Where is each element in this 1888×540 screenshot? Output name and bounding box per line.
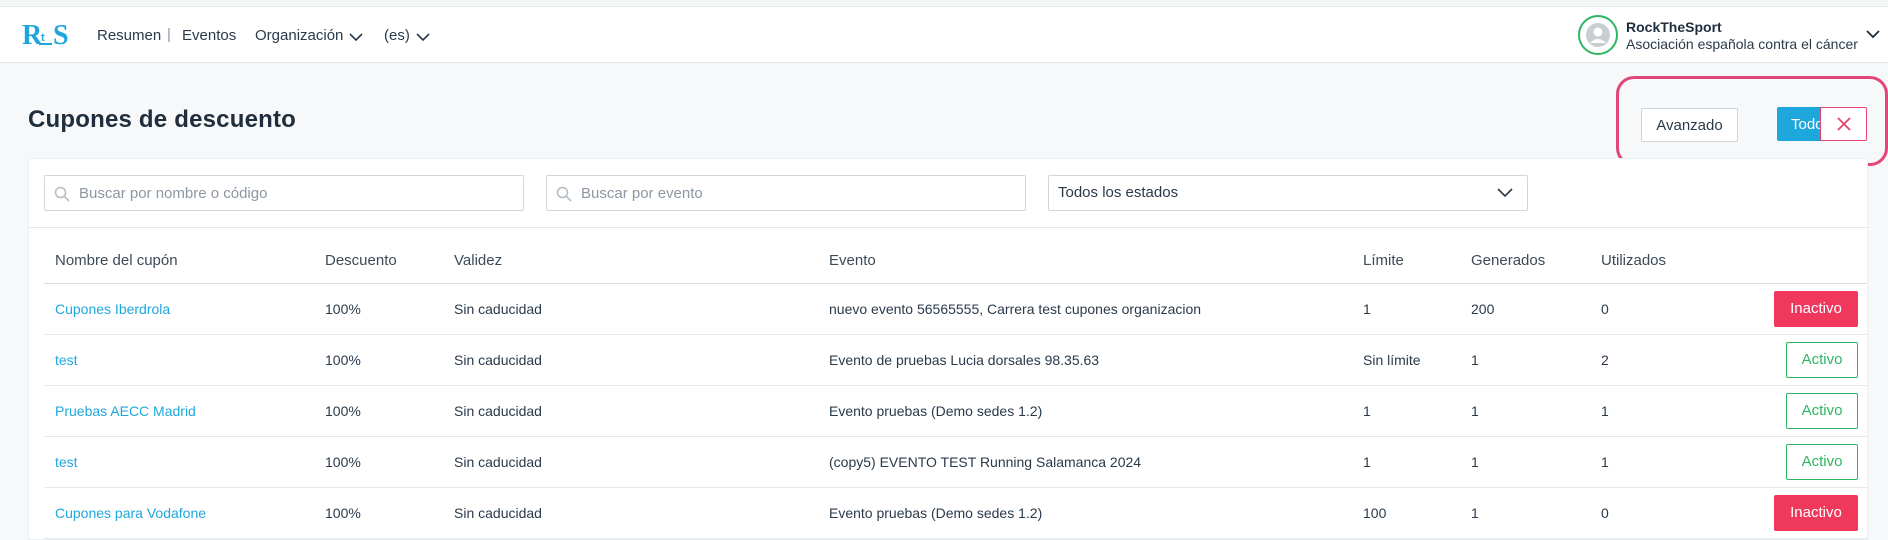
filters-bar: Todos los estados	[29, 159, 1869, 228]
discount-cell: 100%	[314, 385, 443, 437]
coupon-name-link[interactable]: Cupones Iberdrola	[44, 283, 314, 335]
generated-cell: 1	[1460, 385, 1590, 437]
event-search-input[interactable]	[581, 176, 1019, 210]
status-select-value: Todos los estados	[1058, 184, 1179, 201]
generated-cell: 1	[1460, 487, 1590, 539]
coupons-table: Nombre del cupón Descuento Validez Event…	[44, 229, 1867, 539]
used-cell: 0	[1590, 487, 1750, 539]
chevron-down-icon[interactable]	[1866, 29, 1880, 39]
generated-cell: 1	[1460, 334, 1590, 386]
close-icon	[1836, 117, 1851, 131]
validity-cell: Sin caducidad	[443, 283, 818, 335]
status-toggle-button[interactable]: Activo	[1786, 392, 1858, 429]
validity-cell: Sin caducidad	[443, 334, 818, 386]
status-toggle-button[interactable]: Activo	[1786, 341, 1858, 378]
page-title: Cupones de descuento	[28, 106, 297, 133]
coupon-name-link[interactable]: test	[44, 334, 314, 386]
limit-cell: 1	[1352, 436, 1460, 488]
column-header-generated[interactable]: Generados	[1460, 229, 1590, 284]
top-strip	[0, 0, 1888, 7]
search-icon	[54, 186, 70, 202]
generated-cell: 1	[1460, 436, 1590, 488]
status-cell: Activo	[1750, 385, 1867, 437]
validity-cell: Sin caducidad	[443, 487, 818, 539]
column-header-used[interactable]: Utilizados	[1590, 229, 1750, 284]
status-toggle-button[interactable]: Inactivo	[1774, 494, 1858, 531]
table-row[interactable]: Cupones para Vodafone 100% Sin caducidad…	[44, 487, 1867, 539]
column-header-limit[interactable]: Límite	[1352, 229, 1460, 284]
nav-dropdown-language[interactable]: (es)	[384, 27, 430, 44]
used-cell: 0	[1590, 283, 1750, 335]
coupon-search-input[interactable]	[79, 176, 517, 210]
coupon-search-field[interactable]	[44, 175, 524, 211]
chevron-down-icon	[349, 33, 363, 42]
column-header-event[interactable]: Evento	[818, 229, 1352, 284]
discount-cell: 100%	[314, 436, 443, 488]
nav-dropdown-language-label: (es)	[384, 27, 410, 44]
validity-cell: Sin caducidad	[443, 436, 818, 488]
event-cell: Evento pruebas (Demo sedes 1.2)	[818, 487, 1352, 539]
chevron-down-icon	[416, 33, 430, 42]
coupon-name-link[interactable]: Cupones para Vodafone	[44, 487, 314, 539]
used-cell: 1	[1590, 436, 1750, 488]
status-cell: Inactivo	[1750, 283, 1867, 335]
limit-cell: 1	[1352, 283, 1460, 335]
limit-cell: 1	[1352, 385, 1460, 437]
top-navbar: R t S Resumen | Eventos Organización (es…	[0, 7, 1888, 63]
table-header-row: Nombre del cupón Descuento Validez Event…	[44, 229, 1867, 284]
chevron-down-icon	[1497, 188, 1513, 198]
logo[interactable]: R t S	[22, 19, 74, 51]
table-row[interactable]: Cupones Iberdrola 100% Sin caducidad nue…	[44, 283, 1867, 335]
status-cell: Activo	[1750, 436, 1867, 488]
discount-cell: 100%	[314, 283, 443, 335]
user-organization: Asociación española contra el cáncer	[1626, 36, 1858, 52]
column-header-validity[interactable]: Validez	[443, 229, 818, 284]
table-row[interactable]: test 100% Sin caducidad Evento de prueba…	[44, 334, 1867, 386]
nav-dropdown-organizacion[interactable]: Organización	[255, 27, 363, 44]
coupon-name-link[interactable]: test	[44, 436, 314, 488]
nav-dropdown-organizacion-label: Organización	[255, 27, 344, 44]
advanced-button[interactable]: Avanzado	[1641, 108, 1738, 142]
status-toggle-button[interactable]: Inactivo	[1774, 290, 1858, 327]
event-search-field[interactable]	[546, 175, 1026, 211]
svg-text:S: S	[53, 20, 69, 51]
status-cell: Activo	[1750, 334, 1867, 386]
discount-cell: 100%	[314, 334, 443, 386]
nav-link-eventos[interactable]: Eventos	[182, 27, 236, 44]
table-row[interactable]: Pruebas AECC Madrid 100% Sin caducidad E…	[44, 385, 1867, 437]
used-cell: 1	[1590, 385, 1750, 437]
column-header-discount[interactable]: Descuento	[314, 229, 443, 284]
discount-cell: 100%	[314, 487, 443, 539]
column-header-status	[1750, 229, 1867, 284]
table-row[interactable]: test 100% Sin caducidad (copy5) EVENTO T…	[44, 436, 1867, 488]
close-button[interactable]	[1820, 107, 1867, 141]
status-select[interactable]: Todos los estados	[1048, 175, 1528, 211]
nav-link-resumen[interactable]: Resumen	[97, 27, 161, 44]
column-header-name[interactable]: Nombre del cupón	[44, 229, 314, 284]
validity-cell: Sin caducidad	[443, 385, 818, 437]
user-avatar[interactable]	[1578, 15, 1618, 55]
user-icon	[1586, 23, 1610, 47]
status-cell: Inactivo	[1750, 487, 1867, 539]
limit-cell: Sin límite	[1352, 334, 1460, 386]
svg-text:R: R	[22, 20, 43, 51]
event-cell: nuevo evento 56565555, Carrera test cupo…	[818, 283, 1352, 335]
svg-text:t: t	[41, 32, 45, 44]
generated-cell: 200	[1460, 283, 1590, 335]
user-name: RockTheSport	[1626, 19, 1722, 35]
event-cell: Evento de pruebas Lucia dorsales 98.35.6…	[818, 334, 1352, 386]
status-toggle-button[interactable]: Activo	[1786, 443, 1858, 480]
nav-separator: |	[167, 26, 171, 43]
used-cell: 2	[1590, 334, 1750, 386]
search-icon	[556, 186, 572, 202]
event-cell: Evento pruebas (Demo sedes 1.2)	[818, 385, 1352, 437]
limit-cell: 100	[1352, 487, 1460, 539]
event-cell: (copy5) EVENTO TEST Running Salamanca 20…	[818, 436, 1352, 488]
coupons-panel: Todos los estados Nombre del cupón Descu…	[28, 158, 1869, 540]
coupon-name-link[interactable]: Pruebas AECC Madrid	[44, 385, 314, 437]
